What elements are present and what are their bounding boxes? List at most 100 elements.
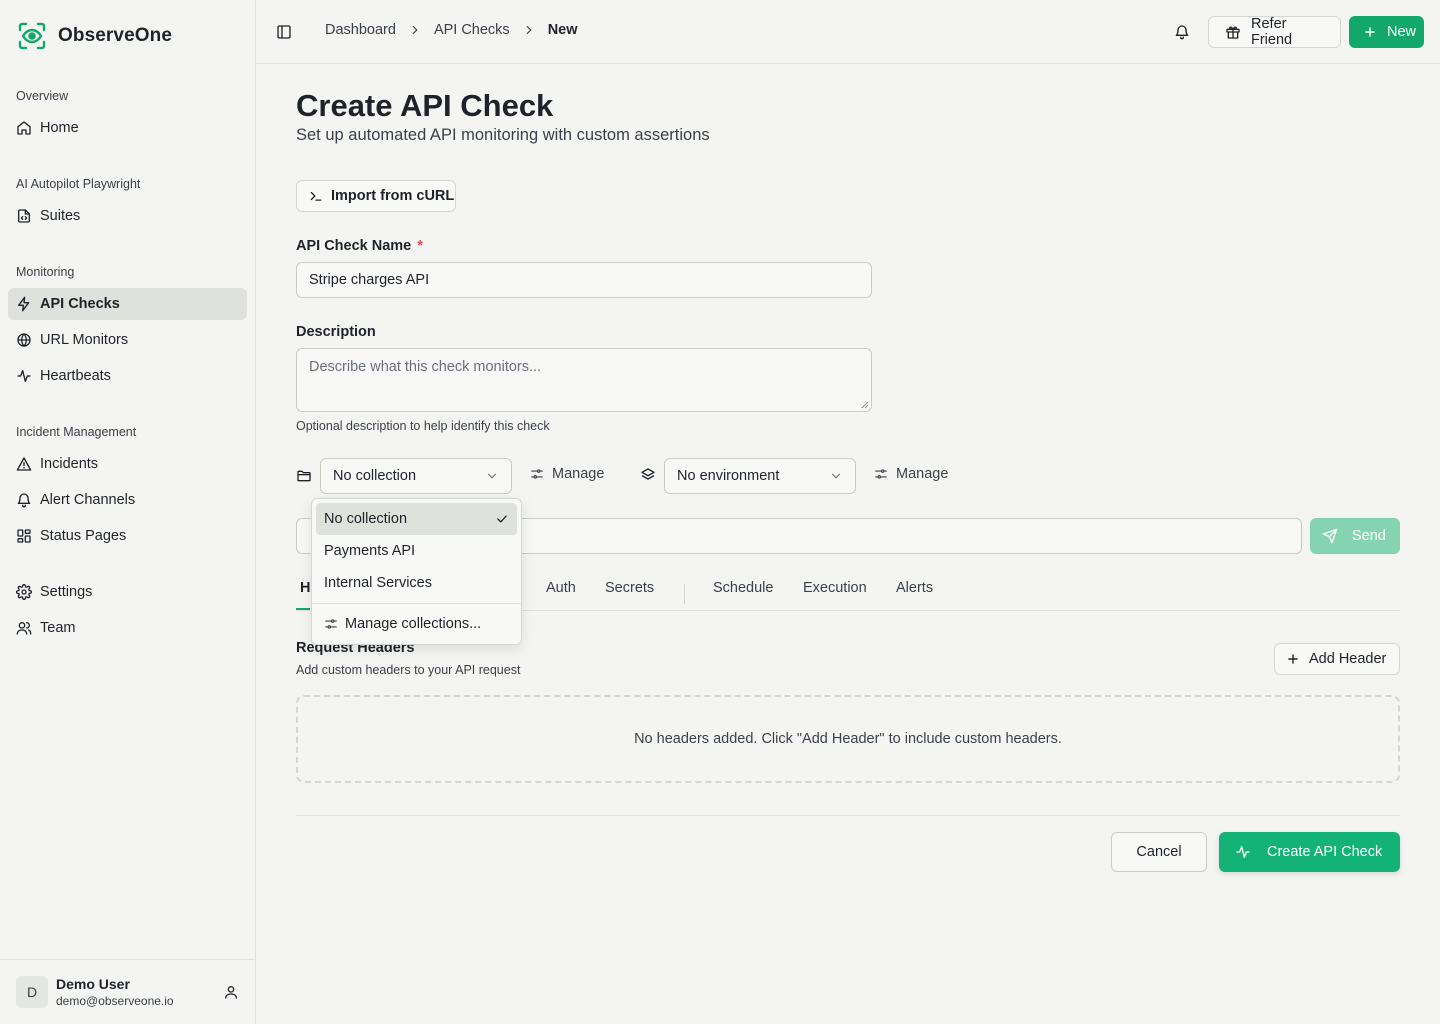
sidebar-item-label: URL Monitors (40, 332, 129, 348)
layout-grid-icon (16, 528, 32, 544)
breadcrumb-dashboard[interactable]: Dashboard (325, 22, 396, 38)
sidebar-item-suites[interactable]: Suites (8, 200, 247, 232)
sidebar-item-label: Incidents (40, 456, 99, 472)
sliders-icon (874, 467, 888, 481)
request-headers-subtitle: Add custom headers to your API request (296, 663, 521, 677)
user-menu[interactable]: D Demo User demo@observeone.io (0, 959, 255, 1024)
tab-separator (684, 584, 685, 604)
globe-icon (16, 332, 32, 348)
chevron-down-icon (829, 469, 843, 483)
tab-headers[interactable]: H (300, 580, 310, 596)
add-header-button[interactable]: Add Header (1274, 643, 1400, 675)
folder-icon (296, 468, 312, 484)
brand[interactable]: ObserveOne (16, 20, 172, 52)
tab-secrets[interactable]: Secrets (605, 580, 654, 596)
headers-empty-text: No headers added. Click "Add Header" to … (634, 731, 1062, 747)
user-icon[interactable] (223, 984, 239, 1000)
top-header: Dashboard API Checks New Refer Friend Ne… (256, 0, 1440, 64)
collection-dropdown: No collection Payments API Internal Serv… (311, 498, 522, 645)
active-tab-indicator (296, 608, 310, 610)
import-curl-button[interactable]: Import from cURL (296, 180, 456, 212)
add-header-label: Add Header (1309, 651, 1387, 667)
sidebar-item-settings[interactable]: Settings (8, 576, 247, 608)
suites-icon (16, 208, 32, 224)
new-button[interactable]: New (1349, 16, 1424, 48)
chevron-right-icon (408, 23, 422, 37)
environment-select-value: No environment (677, 468, 780, 484)
manage-collections-label: Manage collections... (345, 616, 482, 632)
chevron-down-icon (485, 469, 499, 483)
gift-icon (1225, 24, 1241, 40)
section-title-autopilot: AI Autopilot Playwright (16, 177, 141, 191)
new-label: New (1387, 24, 1417, 40)
dropdown-option-internal-services[interactable]: Internal Services (316, 567, 517, 599)
refer-friend-label: Refer Friend (1251, 16, 1293, 48)
create-api-check-button[interactable]: Create API Check (1219, 832, 1400, 872)
page-title: Create API Check (296, 88, 554, 123)
layers-icon (640, 467, 656, 483)
sidebar-item-heartbeats[interactable]: Heartbeats (8, 360, 247, 392)
sidebar-item-label: Heartbeats (40, 368, 111, 384)
check-icon (495, 512, 509, 526)
api-check-name-input[interactable]: Stripe charges API (296, 262, 872, 298)
dropdown-option-label: No collection (324, 511, 408, 527)
description-textarea[interactable]: Describe what this check monitors... (296, 348, 872, 412)
import-curl-label: Import from cURL (331, 188, 455, 204)
sidebar-toggle-icon[interactable] (276, 24, 292, 40)
sidebar-item-home[interactable]: Home (8, 112, 247, 144)
api-check-name-value: Stripe charges API (309, 272, 430, 288)
dropdown-separator (312, 603, 521, 604)
manage-label: Manage (552, 466, 605, 482)
sidebar-item-label: Alert Channels (40, 492, 136, 508)
notifications-bell-icon[interactable] (1174, 24, 1190, 40)
description-placeholder: Describe what this check monitors... (309, 359, 542, 375)
sliders-icon (530, 467, 544, 481)
refer-friend-button[interactable]: Refer Friend (1208, 16, 1341, 48)
sidebar-item-label: Suites (40, 208, 81, 224)
collection-select-value: No collection (333, 468, 417, 484)
user-name: Demo User (56, 976, 130, 992)
api-check-name-label-text: API Check Name (296, 238, 412, 254)
sidebar-item-label: Status Pages (40, 528, 127, 544)
sidebar-item-incidents[interactable]: Incidents (8, 448, 247, 480)
tab-schedule[interactable]: Schedule (713, 580, 773, 596)
manage-environments-button[interactable]: Manage (874, 466, 948, 482)
send-button[interactable]: Send (1310, 518, 1400, 554)
breadcrumb-api-checks[interactable]: API Checks (434, 22, 510, 38)
activity-icon (16, 368, 32, 384)
dropdown-option-payments-api[interactable]: Payments API (316, 535, 517, 567)
sidebar-item-team[interactable]: Team (8, 612, 247, 644)
sidebar-item-api-checks[interactable]: API Checks (8, 288, 247, 320)
environment-select[interactable]: No environment (664, 458, 856, 494)
sidebar-item-label: Settings (40, 584, 93, 600)
sidebar-item-url-monitors[interactable]: URL Monitors (8, 324, 247, 356)
logo-icon (16, 20, 48, 52)
sliders-icon (324, 617, 338, 631)
tab-alerts[interactable]: Alerts (896, 580, 933, 596)
zap-icon (16, 296, 32, 312)
activity-icon (1235, 844, 1251, 860)
section-title-overview: Overview (16, 89, 69, 103)
sidebar-item-label: Team (40, 620, 76, 636)
required-marker: * (417, 238, 423, 254)
bell-icon (16, 492, 32, 508)
collection-select[interactable]: No collection (320, 458, 512, 494)
sidebar-item-alert-channels[interactable]: Alert Channels (8, 484, 247, 516)
plus-icon (1286, 652, 1300, 666)
dropdown-manage-collections[interactable]: Manage collections... (324, 611, 481, 637)
alert-triangle-icon (16, 456, 32, 472)
user-email: demo@observeone.io (56, 994, 174, 1008)
tab-auth[interactable]: Auth (546, 580, 576, 596)
section-title-monitoring: Monitoring (16, 265, 75, 279)
dropdown-option-no-collection[interactable]: No collection (316, 503, 517, 535)
send-label: Send (1352, 528, 1386, 544)
tab-execution[interactable]: Execution (803, 580, 867, 596)
sidebar-item-label: Home (40, 120, 79, 136)
sidebar-item-status-pages[interactable]: Status Pages (8, 520, 247, 552)
resize-handle-icon[interactable] (861, 401, 869, 409)
cancel-button[interactable]: Cancel (1111, 832, 1207, 872)
manage-collections-button[interactable]: Manage (530, 466, 604, 482)
page-subtitle: Set up automated API monitoring with cus… (296, 126, 710, 144)
gear-icon (16, 584, 32, 600)
sidebar: ObserveOne Overview Home AI Autopilot Pl… (0, 0, 256, 1024)
